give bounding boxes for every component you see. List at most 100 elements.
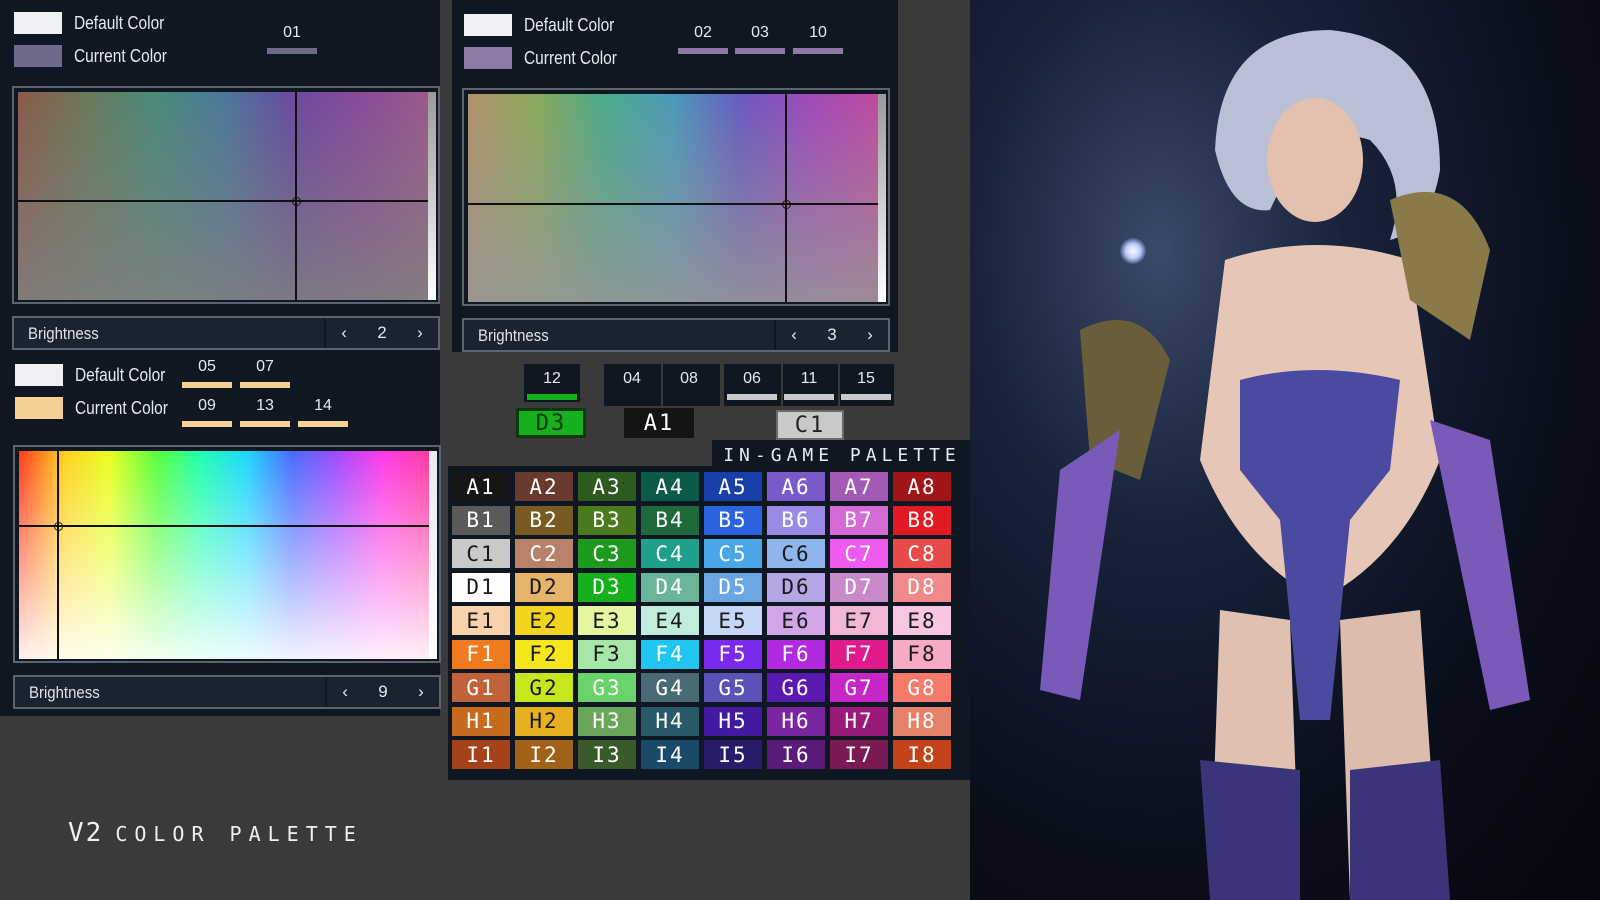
palette-swatch-a5[interactable]: A5 — [704, 472, 762, 501]
slot-11[interactable]: 11 — [784, 370, 834, 400]
slot-03[interactable]: 03 — [735, 24, 785, 54]
palette-swatch-b7[interactable]: B7 — [830, 505, 888, 535]
palette-swatch-f4[interactable]: F4 — [641, 639, 699, 669]
palette-swatch-h1[interactable]: H1 — [452, 706, 510, 736]
slot-07[interactable]: 07 — [240, 358, 290, 388]
slot-05[interactable]: 05 — [182, 358, 232, 388]
brightness-increase-button[interactable]: › — [417, 323, 423, 343]
palette-swatch-b1[interactable]: B1 — [452, 505, 510, 535]
palette-swatch-h5[interactable]: H5 — [704, 706, 762, 736]
palette-swatch-i7[interactable]: I7 — [830, 740, 888, 769]
slot-15[interactable]: 15 — [841, 370, 891, 400]
palette-swatch-d8[interactable]: D8 — [893, 572, 951, 602]
slot-01[interactable]: 01 — [267, 24, 317, 54]
palette-swatch-g3[interactable]: G3 — [578, 673, 636, 702]
brightness-decrease-button[interactable]: ‹ — [342, 682, 348, 702]
palette-swatch-c8[interactable]: C8 — [893, 539, 951, 568]
hue-saturation-gradient[interactable] — [19, 451, 429, 659]
palette-swatch-b6[interactable]: B6 — [767, 505, 825, 535]
hue-saturation-gradient[interactable] — [468, 94, 878, 302]
palette-swatch-h7[interactable]: H7 — [830, 706, 888, 736]
slot-06[interactable]: 06 — [727, 370, 777, 400]
brightness-decrease-button[interactable]: ‹ — [341, 323, 347, 343]
palette-swatch-i4[interactable]: I4 — [641, 740, 699, 769]
picker-cursor[interactable] — [782, 200, 791, 209]
selected-chip-d3[interactable]: D3 — [516, 408, 586, 438]
palette-swatch-d4[interactable]: D4 — [641, 572, 699, 602]
brightness-increase-button[interactable]: › — [418, 682, 424, 702]
palette-swatch-h3[interactable]: H3 — [578, 706, 636, 736]
palette-swatch-g5[interactable]: G5 — [704, 673, 762, 702]
palette-swatch-e3[interactable]: E3 — [578, 606, 636, 635]
selected-chip-a1[interactable]: A1 — [624, 408, 694, 438]
palette-swatch-c3[interactable]: C3 — [578, 539, 636, 568]
palette-swatch-g8[interactable]: G8 — [893, 673, 951, 702]
palette-swatch-i2[interactable]: I2 — [515, 740, 573, 769]
palette-swatch-e8[interactable]: E8 — [893, 606, 951, 635]
palette-swatch-i5[interactable]: I5 — [704, 740, 762, 769]
palette-swatch-i6[interactable]: I6 — [767, 740, 825, 769]
palette-swatch-g2[interactable]: G2 — [515, 673, 573, 702]
palette-swatch-f6[interactable]: F6 — [767, 639, 825, 669]
brightness-decrease-button[interactable]: ‹ — [791, 325, 797, 345]
palette-swatch-f7[interactable]: F7 — [830, 639, 888, 669]
palette-swatch-i8[interactable]: I8 — [893, 740, 951, 769]
palette-swatch-h2[interactable]: H2 — [515, 706, 573, 736]
palette-swatch-f5[interactable]: F5 — [704, 639, 762, 669]
palette-swatch-b8[interactable]: B8 — [893, 505, 951, 535]
slot-10[interactable]: 10 — [793, 24, 843, 54]
palette-swatch-b5[interactable]: B5 — [704, 505, 762, 535]
palette-swatch-f1[interactable]: F1 — [452, 639, 510, 669]
palette-swatch-h6[interactable]: H6 — [767, 706, 825, 736]
palette-swatch-d7[interactable]: D7 — [830, 572, 888, 602]
palette-swatch-a4[interactable]: A4 — [641, 472, 699, 501]
palette-swatch-c6[interactable]: C6 — [767, 539, 825, 568]
palette-swatch-c5[interactable]: C5 — [704, 539, 762, 568]
palette-swatch-a3[interactable]: A3 — [578, 472, 636, 501]
palette-swatch-i1[interactable]: I1 — [452, 740, 510, 769]
slot-12[interactable]: 12 — [527, 370, 577, 400]
slot-14[interactable]: 14 — [298, 397, 348, 427]
slot-09[interactable]: 09 — [182, 397, 232, 427]
picker-cursor[interactable] — [54, 522, 63, 531]
slot-08[interactable]: 08 — [664, 370, 714, 388]
palette-swatch-d1[interactable]: D1 — [452, 572, 510, 602]
hue-saturation-picker[interactable] — [12, 86, 440, 304]
palette-swatch-b3[interactable]: B3 — [578, 505, 636, 535]
palette-swatch-e2[interactable]: E2 — [515, 606, 573, 635]
palette-swatch-h8[interactable]: H8 — [893, 706, 951, 736]
palette-swatch-a2[interactable]: A2 — [515, 472, 573, 501]
palette-swatch-f2[interactable]: F2 — [515, 639, 573, 669]
brightness-strip[interactable] — [429, 451, 437, 659]
palette-swatch-a8[interactable]: A8 — [893, 472, 951, 501]
picker-cursor[interactable] — [292, 197, 301, 206]
palette-swatch-g7[interactable]: G7 — [830, 673, 888, 702]
palette-swatch-g6[interactable]: G6 — [767, 673, 825, 702]
palette-swatch-f3[interactable]: F3 — [578, 639, 636, 669]
palette-swatch-h4[interactable]: H4 — [641, 706, 699, 736]
palette-swatch-b2[interactable]: B2 — [515, 505, 573, 535]
palette-swatch-e6[interactable]: E6 — [767, 606, 825, 635]
brightness-strip[interactable] — [428, 92, 436, 300]
palette-swatch-d6[interactable]: D6 — [767, 572, 825, 602]
palette-swatch-d3[interactable]: D3 — [578, 572, 636, 602]
hue-saturation-picker[interactable] — [462, 88, 890, 306]
palette-swatch-a1[interactable]: A1 — [452, 472, 510, 501]
palette-swatch-a6[interactable]: A6 — [767, 472, 825, 501]
palette-swatch-b4[interactable]: B4 — [641, 505, 699, 535]
palette-swatch-f8[interactable]: F8 — [893, 639, 951, 669]
slot-13[interactable]: 13 — [240, 397, 290, 427]
palette-swatch-e4[interactable]: E4 — [641, 606, 699, 635]
palette-swatch-d2[interactable]: D2 — [515, 572, 573, 602]
palette-swatch-e7[interactable]: E7 — [830, 606, 888, 635]
selected-chip-c1[interactable]: C1 — [776, 410, 844, 440]
palette-swatch-c7[interactable]: C7 — [830, 539, 888, 568]
palette-swatch-g4[interactable]: G4 — [641, 673, 699, 702]
palette-swatch-c2[interactable]: C2 — [515, 539, 573, 568]
palette-swatch-i3[interactable]: I3 — [578, 740, 636, 769]
palette-swatch-c1[interactable]: C1 — [452, 539, 510, 568]
hue-saturation-picker[interactable] — [13, 445, 441, 663]
slot-02[interactable]: 02 — [678, 24, 728, 54]
brightness-increase-button[interactable]: › — [867, 325, 873, 345]
palette-swatch-a7[interactable]: A7 — [830, 472, 888, 501]
